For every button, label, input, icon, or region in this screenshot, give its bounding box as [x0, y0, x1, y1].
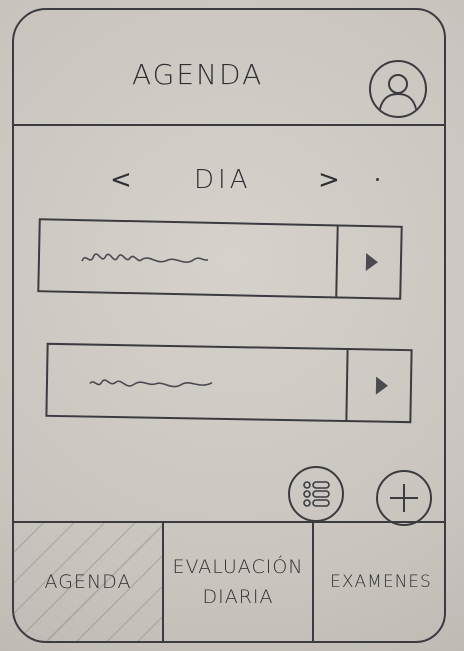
placeholder-text-scribble	[89, 379, 213, 388]
agenda-item[interactable]	[45, 342, 413, 424]
tab-agenda-label: AGENDA	[44, 571, 132, 593]
chevron-right-icon[interactable]	[375, 376, 389, 395]
next-day-button[interactable]: >	[318, 160, 340, 200]
chevron-right-icon[interactable]	[365, 253, 379, 272]
day-label: DIA	[194, 165, 252, 195]
item-divider	[345, 350, 349, 421]
stray-dot	[376, 178, 379, 181]
plus-icon	[390, 484, 418, 512]
agenda-item[interactable]	[37, 218, 403, 300]
tab-agenda[interactable]: AGENDA	[14, 523, 164, 641]
bottom-tab-bar: AGENDA EVALUACIÓN DIARIA EXAMENES	[14, 521, 444, 641]
tab-evaluacion-label-line2: DIARIA	[202, 586, 274, 608]
user-avatar-icon[interactable]	[369, 60, 427, 118]
placeholder-text-scribble	[81, 253, 209, 263]
list-button[interactable]	[288, 466, 344, 522]
day-navigator: < DIA >	[14, 160, 444, 200]
tab-evaluacion-label-line1: EVALUACIÓN	[172, 556, 304, 578]
app-header: AGENDA	[14, 10, 444, 126]
previous-day-button[interactable]: <	[110, 160, 132, 200]
tab-examenes-label: EXAMENES	[330, 572, 432, 592]
add-button[interactable]	[376, 470, 432, 526]
tab-evaluacion-diaria[interactable]: EVALUACIÓN DIARIA	[164, 523, 314, 641]
phone-frame: AGENDA < DIA > AGENDA EVALUACIÓN DIARIA …	[12, 8, 446, 643]
tab-examenes[interactable]: EXAMENES	[314, 523, 444, 641]
page-title: AGENDA	[132, 58, 264, 91]
item-divider	[335, 226, 339, 297]
list-icon	[303, 481, 330, 507]
